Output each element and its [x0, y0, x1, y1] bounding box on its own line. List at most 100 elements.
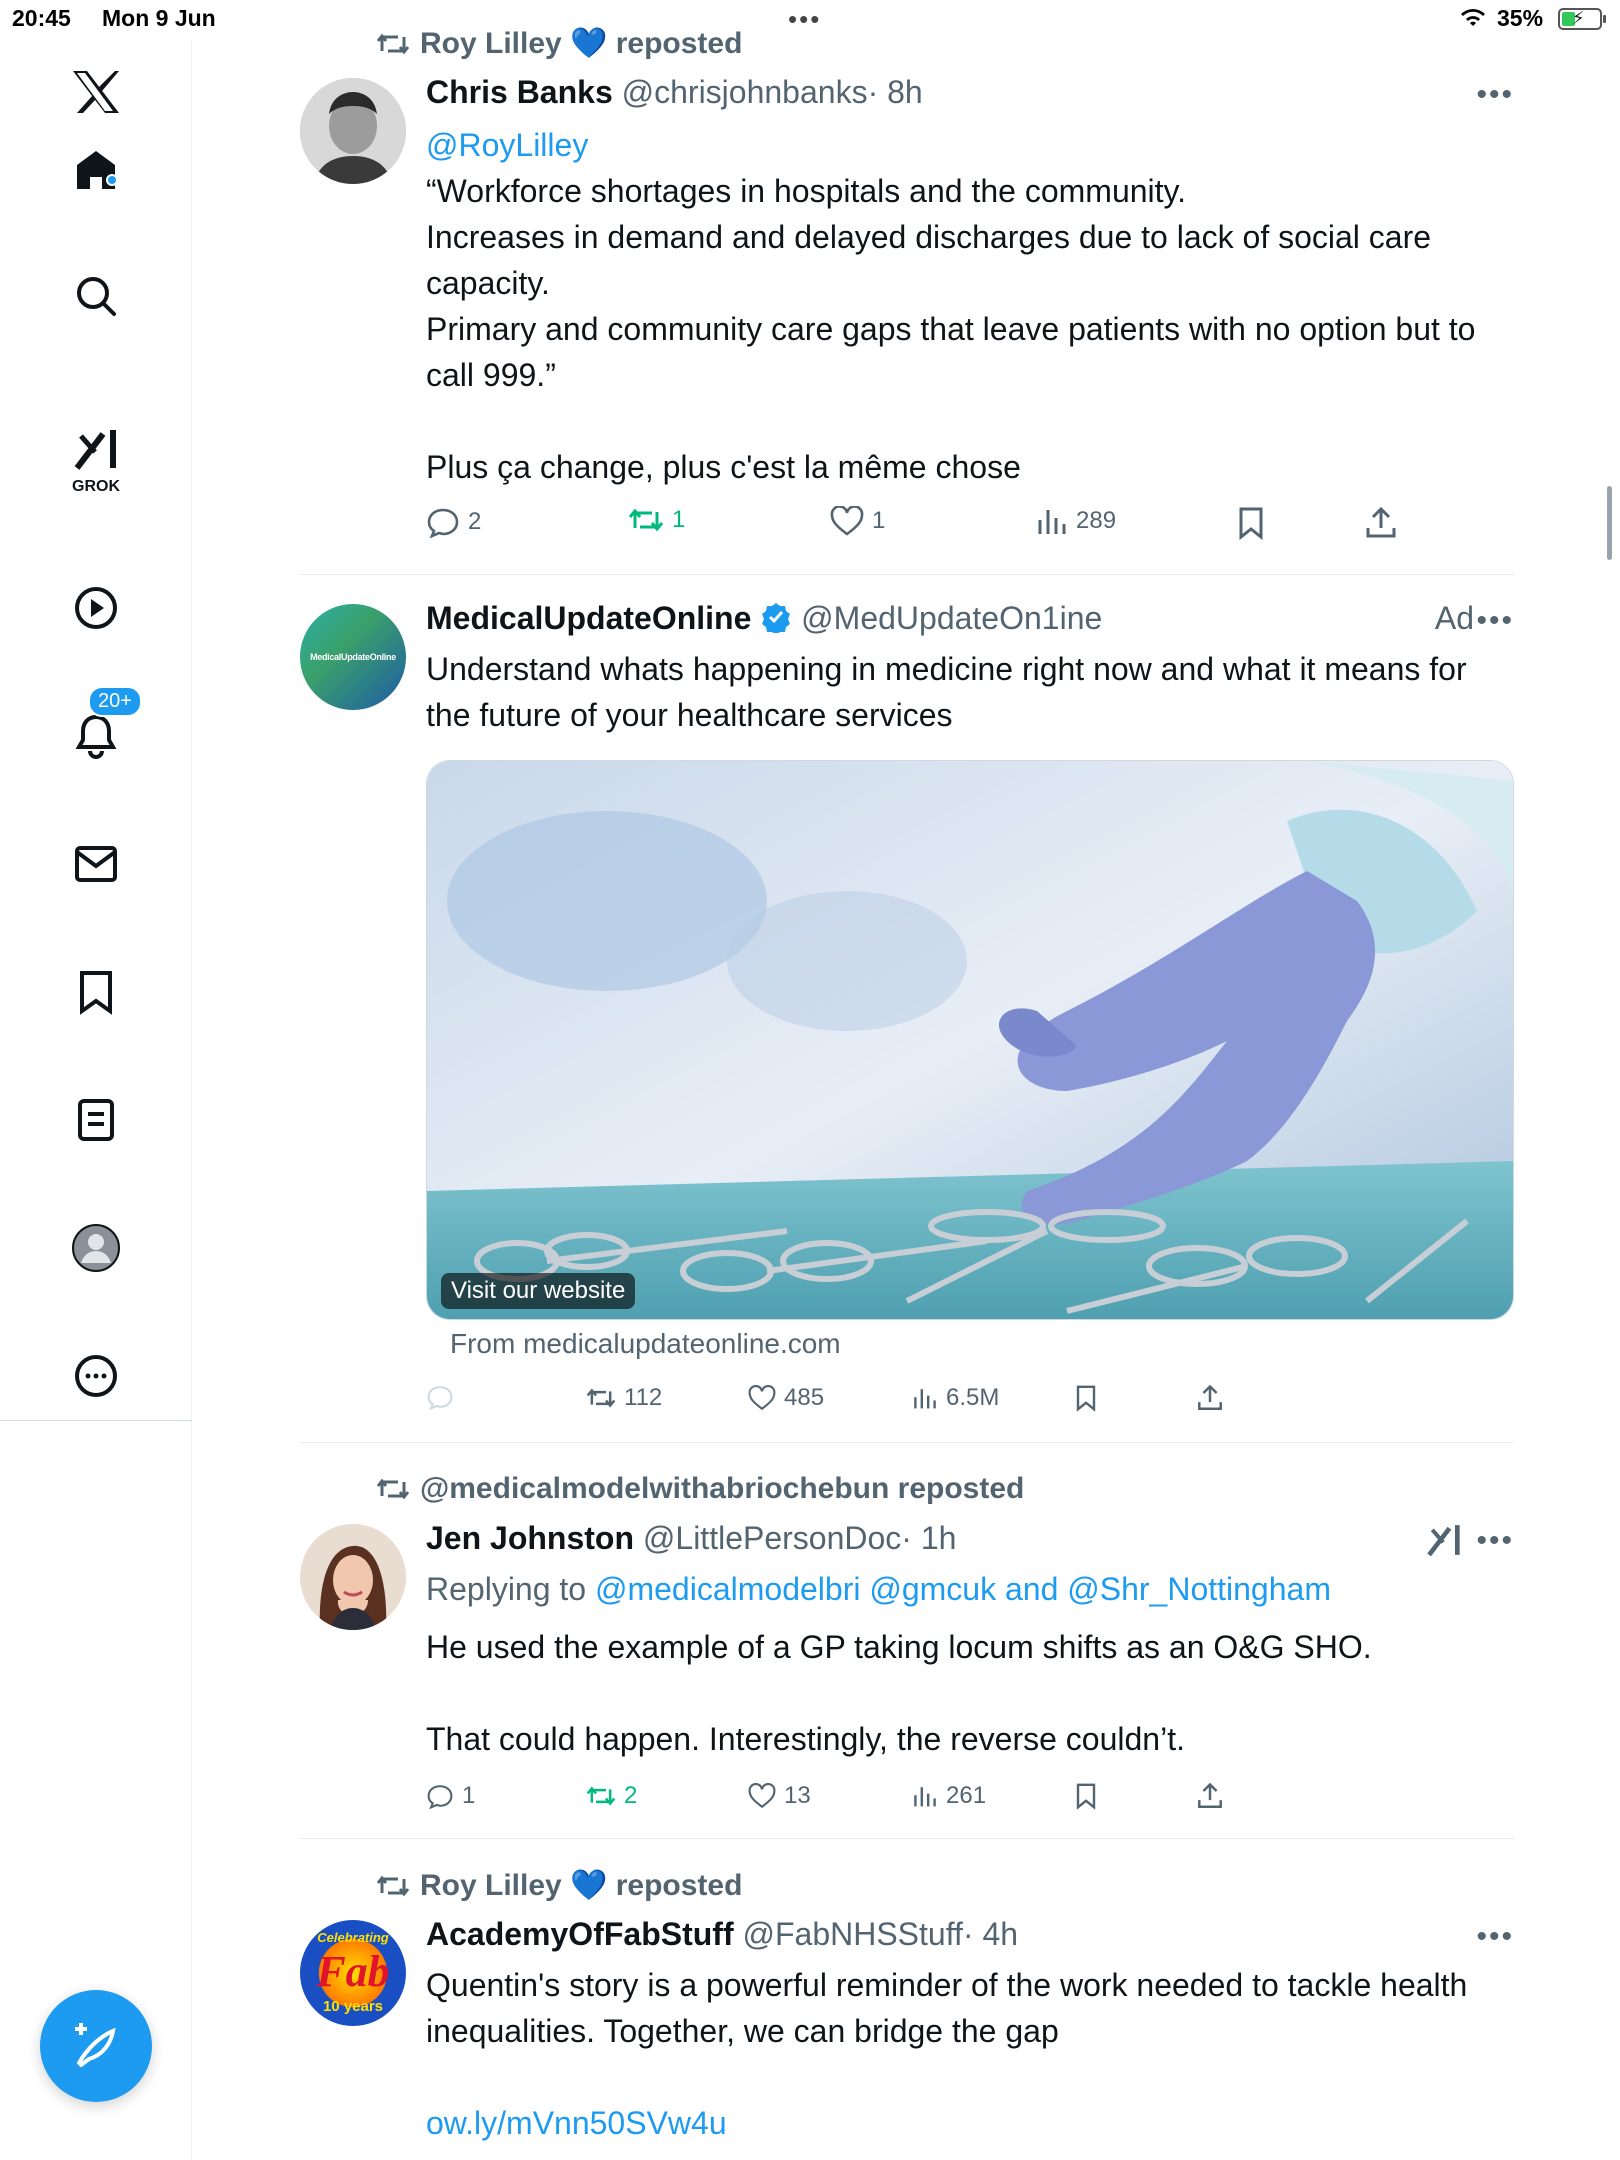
tweet-separator — [300, 574, 1514, 575]
notifications-badge: 20+ — [88, 686, 142, 717]
repost-icon — [586, 1786, 616, 1806]
views-icon — [914, 1389, 936, 1409]
avatar[interactable]: Celebrating Fab 10 years — [300, 1920, 406, 2026]
reply-icon — [427, 508, 459, 538]
bookmark-button[interactable] — [1236, 506, 1266, 540]
bookmark-button[interactable] — [1074, 1782, 1098, 1810]
reply-button[interactable] — [426, 1384, 454, 1410]
ad-source-link[interactable]: From medicalupdateonline.com — [450, 1328, 841, 1360]
share-icon — [1198, 1384, 1222, 1410]
post-time[interactable]: · 8h — [868, 74, 923, 110]
avatar[interactable] — [300, 1524, 406, 1630]
tweet-header: MedicalUpdateOnline @MedUpdateOn1ine — [426, 600, 1102, 637]
reply-icon — [427, 1785, 453, 1809]
views-button[interactable]: 261 — [912, 1782, 986, 1810]
post-time[interactable]: · 4h — [963, 1916, 1018, 1952]
avatar-text-bottom: 10 years — [322, 1998, 384, 2015]
messages-icon[interactable] — [62, 830, 130, 898]
author-name[interactable]: Chris Banks — [426, 74, 613, 110]
scrollbar[interactable] — [1607, 486, 1612, 560]
author-name[interactable]: MedicalUpdateOnline — [426, 600, 751, 636]
avatar[interactable]: MedicalUpdateOnline — [300, 604, 406, 710]
views-icon — [914, 1787, 936, 1807]
tweet-text: Understand whats happening in medicine r… — [426, 646, 1506, 738]
home-new-dot — [106, 174, 118, 186]
more-options-icon[interactable]: ••• — [1476, 1920, 1514, 1954]
tweet-header: AcademyOfFabStuff @FabNHSStuff· 4h — [426, 1916, 1018, 1953]
replying-to-handles[interactable]: @medicalmodelbri @gmcuk and @Shr_Notting… — [595, 1571, 1331, 1607]
profile-icon[interactable] — [62, 1214, 130, 1282]
author-handle[interactable]: @chrisjohnbanks — [622, 74, 868, 110]
visit-website-label[interactable]: Visit our website — [441, 1273, 636, 1309]
lists-icon[interactable] — [62, 1086, 130, 1154]
reply-button[interactable]: 2 — [426, 506, 481, 538]
reply-count: 1 — [462, 1782, 476, 1809]
ad-media-card[interactable]: Visit our website — [426, 760, 1514, 1320]
author-name[interactable]: AcademyOfFabStuff — [426, 1916, 734, 1952]
heart-icon — [830, 506, 864, 536]
author-handle[interactable]: @MedUpdateOn1ine — [801, 600, 1102, 636]
share-button[interactable] — [1196, 1782, 1224, 1810]
share-button[interactable] — [1196, 1384, 1224, 1412]
repost-button[interactable]: 1 — [628, 506, 685, 534]
views-button[interactable]: 289 — [1036, 506, 1116, 536]
bookmark-button[interactable] — [1074, 1384, 1098, 1412]
tweet-header: Jen Johnston @LittlePersonDoc· 1h — [426, 1520, 956, 1557]
mention-link[interactable]: @RoyLilley — [426, 122, 1506, 168]
like-button[interactable]: 13 — [748, 1782, 811, 1810]
share-button[interactable] — [1364, 506, 1398, 540]
bookmark-icon — [1239, 507, 1263, 540]
author-handle[interactable]: @LittlePersonDoc — [643, 1520, 901, 1556]
compose-feather-icon — [75, 2023, 116, 2067]
repost-icon — [376, 33, 410, 54]
date: Mon 9 Jun — [102, 5, 216, 31]
tweet-line: Understand whats happening in medicine r… — [426, 651, 1467, 733]
tweet-separator — [300, 1442, 1514, 1443]
like-button[interactable]: 1 — [830, 506, 885, 536]
grok-explain-icon[interactable] — [1426, 1522, 1462, 1563]
more-options-icon[interactable]: ••• — [1476, 78, 1514, 112]
tweet-line: That could happen. Interestingly, the re… — [426, 1721, 1185, 1757]
more-options-icon[interactable]: ••• — [1476, 604, 1514, 638]
repost-button[interactable]: 2 — [586, 1782, 637, 1810]
repost-button[interactable]: 112 — [586, 1384, 662, 1412]
heart-icon — [748, 1783, 776, 1809]
search-icon[interactable] — [62, 262, 130, 330]
like-count: 485 — [784, 1384, 825, 1411]
repost-context: @medicalmodelwithabriochebun reposted — [376, 1472, 1024, 1506]
compose-post-button[interactable] — [40, 1990, 152, 2102]
repost-icon — [586, 1388, 616, 1408]
multitasking-dots-icon[interactable]: ••• — [788, 4, 821, 35]
replying-to: Replying to @medicalmodelbri @gmcuk and … — [426, 1566, 1506, 1612]
like-button[interactable]: 485 — [748, 1384, 824, 1412]
reply-button[interactable]: 1 — [426, 1782, 475, 1810]
more-icon[interactable] — [62, 1342, 130, 1410]
bookmark-icon — [1076, 1783, 1096, 1810]
avatar[interactable] — [300, 78, 406, 184]
repost-context: Roy Lilley 💙 reposted — [376, 1868, 742, 1903]
views-button[interactable]: 6.5M — [912, 1384, 999, 1412]
more-options-icon[interactable]: ••• — [1476, 1524, 1514, 1558]
grok-icon[interactable] — [62, 415, 130, 483]
clock: 20:45 — [12, 5, 71, 31]
repost-icon — [628, 508, 664, 532]
home-icon[interactable] — [62, 136, 130, 204]
tweet-line — [426, 2054, 1506, 2100]
video-icon[interactable] — [62, 574, 130, 642]
author-name[interactable]: Jen Johnston — [426, 1520, 634, 1556]
wifi-icon — [1458, 6, 1488, 36]
repost-context: Roy Lilley 💙 reposted — [376, 26, 742, 61]
bookmarks-icon[interactable] — [62, 958, 130, 1026]
like-count: 1 — [872, 507, 886, 534]
post-time[interactable]: · 1h — [901, 1520, 956, 1556]
like-count: 13 — [784, 1782, 811, 1809]
repost-context-text: @medicalmodelwithabriochebun reposted — [420, 1472, 1025, 1505]
replying-to-label: Replying to — [426, 1571, 587, 1607]
tweet-link[interactable]: ow.ly/mVnn50SVw4u — [426, 2100, 1506, 2146]
view-count: 289 — [1076, 507, 1117, 534]
author-handle[interactable]: @FabNHSStuff — [742, 1916, 962, 1952]
sidebar-divider — [0, 1420, 192, 1421]
avatar-text-main: Fab — [316, 1947, 390, 1996]
reply-icon — [427, 1386, 453, 1410]
x-logo-icon[interactable] — [62, 58, 130, 126]
